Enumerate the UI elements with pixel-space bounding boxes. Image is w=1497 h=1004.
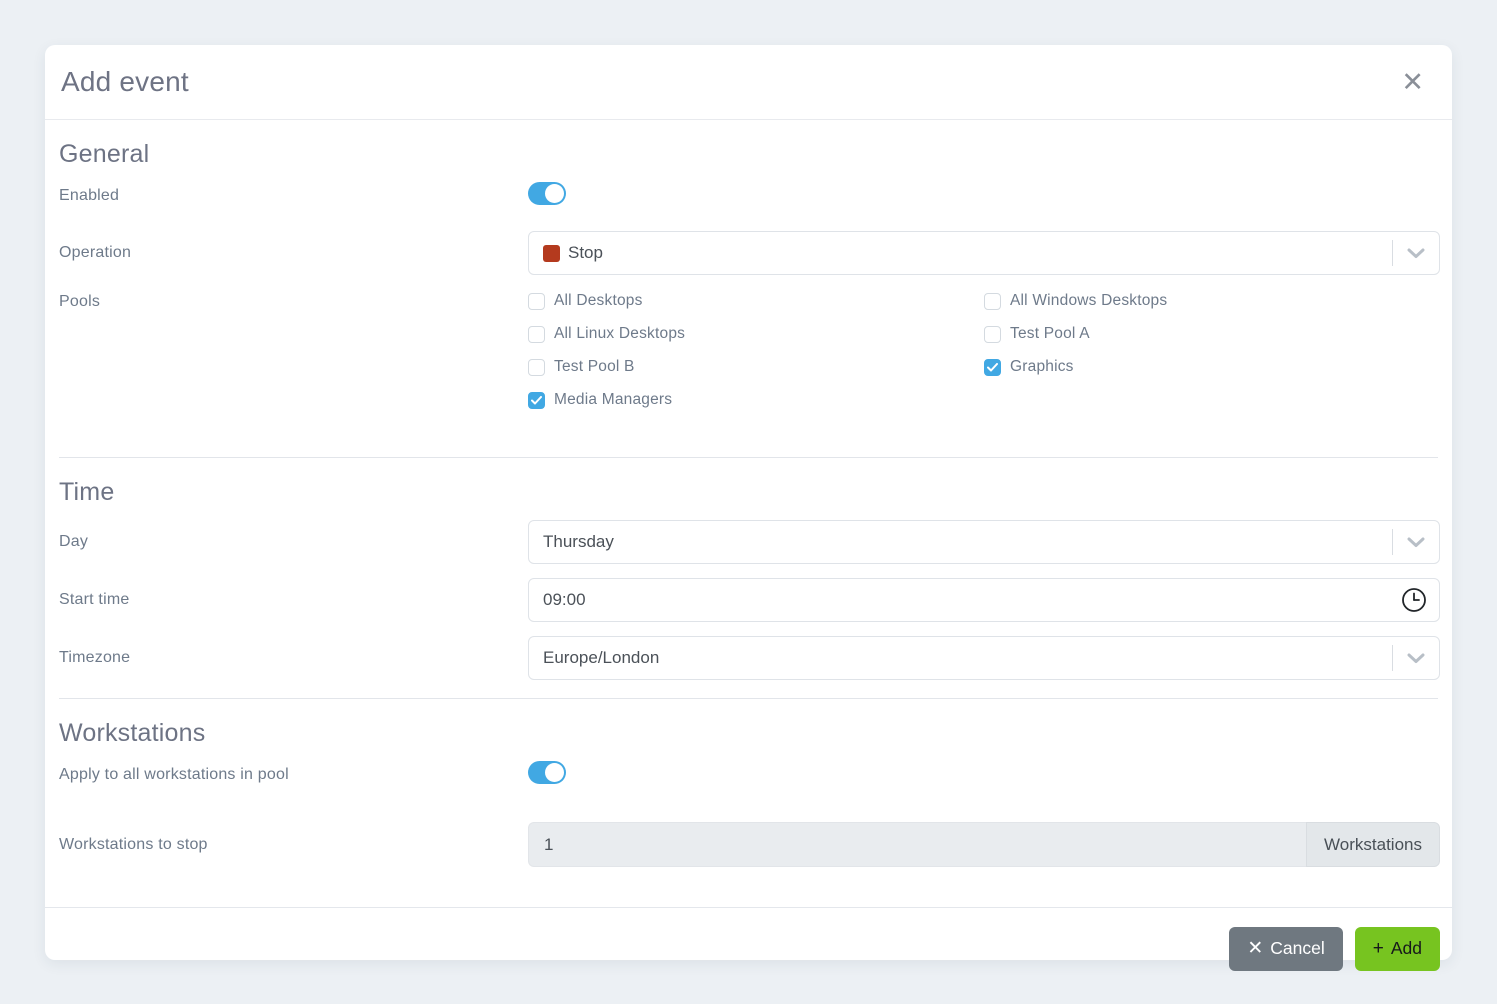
toggle-knob <box>545 184 564 203</box>
checkbox-unchecked-icon[interactable] <box>984 326 1001 343</box>
section-divider <box>59 698 1438 699</box>
checkbox-unchecked-icon[interactable] <box>984 293 1001 310</box>
cancel-button[interactable]: ✕ Cancel <box>1229 927 1342 971</box>
chevron-down-icon <box>1393 653 1439 664</box>
enabled-row: Enabled <box>57 182 1440 210</box>
apply-all-row: Apply to all workstations in pool <box>57 761 1440 789</box>
pool-checkbox-item[interactable]: All Windows Desktops <box>984 292 1440 310</box>
plus-icon: + <box>1373 939 1384 958</box>
workstations-count-label: Workstations to stop <box>57 836 528 854</box>
pool-checkbox-label: All Desktops <box>554 292 643 310</box>
add-event-dialog: Add event ✕ General Enabled Operation St… <box>45 45 1452 960</box>
checkbox-unchecked-icon[interactable] <box>528 326 545 343</box>
pools-row: Pools All DesktopsAll Windows DesktopsAl… <box>57 291 1440 409</box>
chevron-down-icon <box>1393 248 1439 259</box>
apply-all-label: Apply to all workstations in pool <box>57 766 528 784</box>
clock-icon[interactable] <box>1389 587 1439 613</box>
start-time-value-text: 09:00 <box>543 590 586 610</box>
timezone-label: Timezone <box>57 649 528 667</box>
workstations-count-input[interactable] <box>528 822 1306 867</box>
chevron-down-icon <box>1393 537 1439 548</box>
checkbox-unchecked-icon[interactable] <box>528 359 545 376</box>
stop-status-icon <box>543 245 560 262</box>
time-section-heading: Time <box>59 478 1438 507</box>
day-value-text: Thursday <box>543 532 614 552</box>
section-divider <box>59 457 1438 458</box>
operation-select[interactable]: Stop <box>528 231 1440 275</box>
workstations-count-addon: Workstations <box>1306 822 1440 867</box>
start-time-label: Start time <box>57 591 528 609</box>
dialog-header: Add event ✕ <box>45 45 1452 120</box>
pool-checkbox-label: Graphics <box>1010 358 1074 376</box>
operation-label: Operation <box>57 244 528 262</box>
pool-checkbox-item[interactable]: Graphics <box>984 358 1440 376</box>
checkbox-checked-icon[interactable] <box>984 359 1001 376</box>
operation-value-text: Stop <box>568 243 603 263</box>
pool-checkbox-item[interactable]: Test Pool A <box>984 325 1440 343</box>
cancel-button-label: Cancel <box>1270 938 1324 959</box>
close-icon: ✕ <box>1247 939 1263 958</box>
dialog-title: Add event <box>61 66 189 98</box>
workstations-section-heading: Workstations <box>59 719 1438 748</box>
pools-checkbox-grid: All Desktops All Windows Desktops All Linu… <box>528 291 1440 409</box>
pool-checkbox-item[interactable]: All Desktops <box>528 292 984 310</box>
operation-selected-value: Stop <box>529 243 1392 263</box>
timezone-select[interactable]: Europe/London <box>528 636 1440 680</box>
pool-checkbox-label: Test Pool A <box>1010 325 1090 343</box>
pool-checkbox-label: Test Pool B <box>554 358 635 376</box>
general-section-heading: General <box>59 140 1438 169</box>
day-select[interactable]: Thursday <box>528 520 1440 564</box>
apply-all-toggle[interactable] <box>528 761 566 784</box>
pool-checkbox-item[interactable]: All Linux Desktops <box>528 325 984 343</box>
dialog-footer: ✕ Cancel + Add <box>45 907 1452 989</box>
day-row: Day Thursday <box>57 520 1440 564</box>
operation-row: Operation Stop <box>57 231 1440 275</box>
toggle-knob <box>545 763 564 782</box>
enabled-label: Enabled <box>57 187 528 205</box>
workstations-count-row: Workstations to stop Workstations <box>57 822 1440 867</box>
checkbox-unchecked-icon[interactable] <box>528 293 545 310</box>
pools-label: Pools <box>57 291 528 311</box>
start-time-input[interactable]: 09:00 <box>528 578 1440 622</box>
day-label: Day <box>57 533 528 551</box>
workstations-count-group: Workstations <box>528 822 1440 867</box>
add-button[interactable]: + Add <box>1355 927 1440 971</box>
start-time-row: Start time 09:00 <box>57 578 1440 622</box>
pool-checkbox-label: Media Managers <box>554 391 672 409</box>
pool-checkbox-item[interactable]: Test Pool B <box>528 358 984 376</box>
add-button-label: Add <box>1391 938 1422 959</box>
close-icon[interactable]: ✕ <box>1397 65 1428 100</box>
pool-checkbox-item[interactable]: Media Managers <box>528 391 984 409</box>
checkbox-checked-icon[interactable] <box>528 392 545 409</box>
enabled-toggle[interactable] <box>528 182 566 205</box>
pool-checkbox-label: All Linux Desktops <box>554 325 685 343</box>
dialog-body: General Enabled Operation Stop Pools <box>45 120 1452 907</box>
timezone-value-text: Europe/London <box>543 648 659 668</box>
pool-checkbox-label: All Windows Desktops <box>1010 292 1167 310</box>
timezone-row: Timezone Europe/London <box>57 636 1440 680</box>
